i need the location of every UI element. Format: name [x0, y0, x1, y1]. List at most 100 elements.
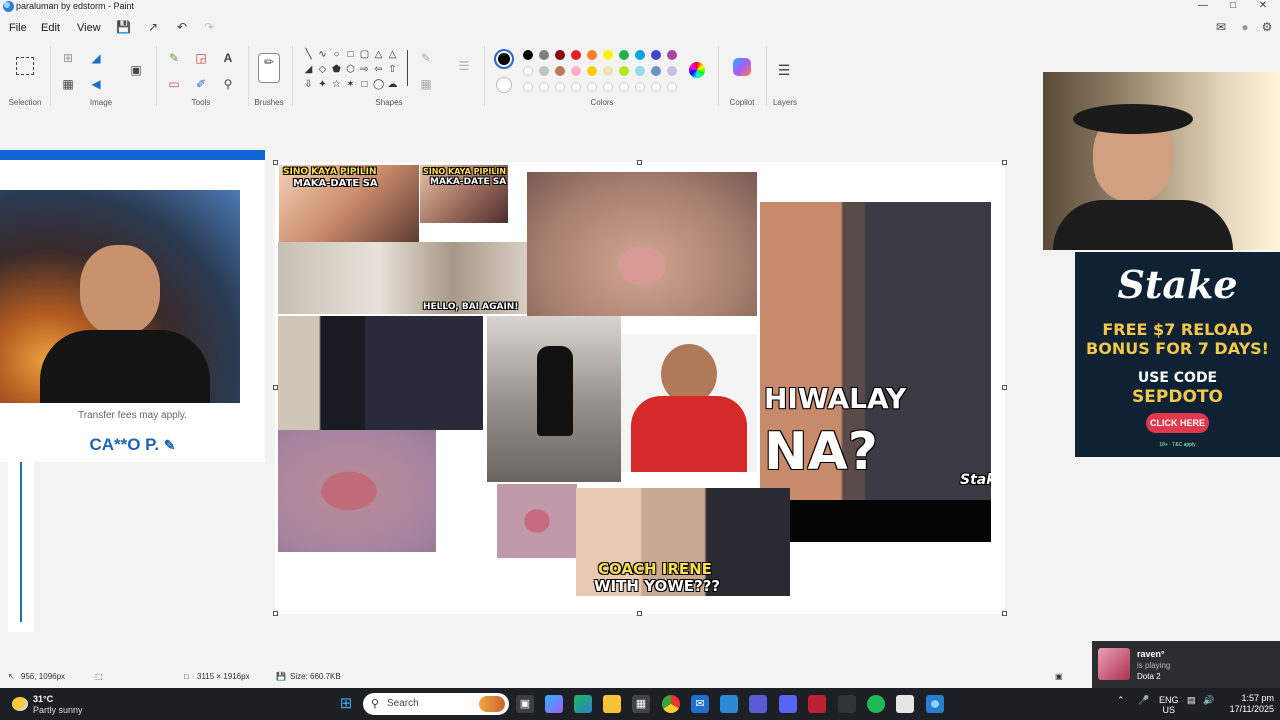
hexagon-shape-icon[interactable]: ⬡ — [345, 64, 356, 75]
color-swatch[interactable] — [539, 66, 549, 76]
chrome-icon[interactable] — [662, 695, 680, 713]
resize-handle-left[interactable] — [273, 385, 278, 390]
secondary-color-button[interactable] — [496, 77, 512, 93]
obs-icon[interactable] — [838, 695, 856, 713]
five-point-star-shape-icon[interactable]: ☆ — [331, 79, 342, 90]
color-swatch[interactable] — [635, 66, 645, 76]
four-point-star-shape-icon[interactable]: ✦ — [317, 79, 328, 90]
color-swatch[interactable] — [555, 50, 565, 60]
microphone-icon[interactable]: 🎤 — [1138, 695, 1149, 706]
color-swatch[interactable] — [667, 50, 677, 60]
menu-edit[interactable]: Edit — [41, 22, 60, 34]
color-swatch[interactable] — [555, 66, 565, 76]
redo-icon[interactable]: ↷ — [202, 20, 216, 34]
arrow-right-shape-icon[interactable]: ⇨ — [359, 64, 370, 75]
spotify-icon[interactable] — [867, 695, 885, 713]
edit-pencil-icon[interactable]: ✎ — [164, 437, 176, 453]
color-swatch[interactable] — [523, 50, 533, 60]
custom-color-slot[interactable] — [619, 82, 629, 92]
selection-rect-icon[interactable] — [16, 57, 34, 75]
color-swatch[interactable] — [523, 66, 533, 76]
feedback-icon[interactable]: ✉ — [1214, 20, 1228, 34]
custom-color-slot[interactable] — [667, 82, 677, 92]
callout-shape-icon[interactable]: □ — [359, 79, 370, 90]
app-red-icon[interactable] — [808, 695, 826, 713]
custom-color-slot[interactable] — [635, 82, 645, 92]
copilot-taskbar-icon[interactable] — [545, 695, 563, 713]
volume-icon[interactable]: 🔊 — [1203, 695, 1214, 706]
arrow-left-shape-icon[interactable]: ⇦ — [373, 64, 384, 75]
outline-icon[interactable]: ✎ — [418, 50, 434, 66]
color-swatch[interactable] — [651, 66, 661, 76]
close-button[interactable]: ✕ — [1248, 0, 1278, 14]
polygon-shape-icon[interactable]: △ — [373, 49, 384, 60]
fill-bucket-icon[interactable]: ◲ — [193, 50, 209, 66]
copilot-icon[interactable] — [733, 58, 751, 76]
primary-color-button[interactable] — [494, 49, 514, 69]
oval-callout-shape-icon[interactable]: ◯ — [373, 79, 384, 90]
paint-canvas[interactable]: SINO KAYA PIPILIN MAKA-DATE SA SINO KAYA… — [273, 160, 1007, 616]
select-image-icon[interactable]: ▦ — [60, 76, 76, 92]
start-windows-icon[interactable]: ⊞ — [337, 695, 355, 713]
color-swatch[interactable] — [667, 66, 677, 76]
maximize-button[interactable]: □ — [1218, 0, 1248, 14]
color-swatch[interactable] — [651, 50, 661, 60]
custom-color-slot[interactable] — [539, 82, 549, 92]
resize-handle-top-right[interactable] — [1002, 160, 1007, 165]
color-swatch[interactable] — [539, 50, 549, 60]
tray-overflow-icon[interactable]: ⌃ — [1117, 695, 1125, 706]
file-explorer-icon[interactable] — [603, 695, 621, 713]
six-point-star-shape-icon[interactable]: ✶ — [345, 79, 356, 90]
notepad-icon[interactable] — [896, 695, 914, 713]
pentagon-shape-icon[interactable]: ⬟ — [331, 64, 342, 75]
brushes-icon[interactable]: ✏ — [258, 53, 280, 83]
share-icon[interactable]: ↗ — [146, 20, 160, 34]
resize-handle-bottom-right[interactable] — [1002, 611, 1007, 616]
resize-handle-top[interactable] — [637, 160, 642, 165]
edit-colors-icon[interactable] — [689, 62, 705, 78]
color-swatch[interactable] — [603, 66, 613, 76]
resize-icon[interactable]: ◢ — [88, 50, 104, 66]
custom-color-slot[interactable] — [587, 82, 597, 92]
network-icon[interactable]: ▤ — [1187, 695, 1196, 706]
color-swatch[interactable] — [603, 50, 613, 60]
color-swatch[interactable] — [571, 50, 581, 60]
store-icon[interactable]: ▦ — [632, 695, 650, 713]
triangle-shape-icon[interactable]: △ — [387, 49, 398, 60]
language-indicator[interactable]: ENG US — [1159, 695, 1179, 715]
app-icon[interactable] — [720, 695, 738, 713]
color-swatch[interactable] — [587, 50, 597, 60]
edge-browser-icon[interactable] — [574, 695, 592, 713]
menu-file[interactable]: File — [9, 22, 27, 34]
taskbar-search[interactable]: ⚲ Search — [363, 693, 509, 715]
discord-activity-notification[interactable]: raven° is playing Dota 2 — [1092, 641, 1280, 688]
color-swatch[interactable] — [587, 66, 597, 76]
oval-shape-icon[interactable]: ○ — [331, 49, 342, 60]
arrow-down-shape-icon[interactable]: ⇩ — [303, 79, 314, 90]
line-shape-icon[interactable]: ╲ — [303, 49, 314, 60]
color-swatch[interactable] — [635, 50, 645, 60]
custom-color-slot[interactable] — [571, 82, 581, 92]
crop-icon[interactable]: ⊞ — [60, 50, 76, 66]
rectangle-shape-icon[interactable]: □ — [345, 49, 356, 60]
resize-handle-right[interactable] — [1002, 385, 1007, 390]
color-swatch[interactable] — [619, 50, 629, 60]
minimize-button[interactable]: — — [1188, 0, 1218, 14]
eraser-icon[interactable]: ▭ — [166, 76, 182, 92]
color-swatch[interactable] — [571, 66, 581, 76]
menu-view[interactable]: View — [77, 22, 101, 34]
fill-icon[interactable]: ▦ — [418, 76, 434, 92]
color-picker-icon[interactable]: ✐ — [193, 76, 209, 92]
settings-gear-icon[interactable]: ⚙ — [1260, 20, 1274, 34]
task-view-icon[interactable]: ▣ — [516, 695, 534, 713]
color-swatch[interactable] — [619, 66, 629, 76]
curve-shape-icon[interactable]: ∿ — [317, 49, 328, 60]
custom-color-slot[interactable] — [603, 82, 613, 92]
save-icon[interactable]: 💾 — [116, 20, 131, 34]
layers-icon[interactable]: ☰ — [776, 62, 792, 78]
discord-icon[interactable] — [779, 695, 797, 713]
rotate-icon[interactable]: ◀ — [88, 76, 104, 92]
weather-sun-icon[interactable] — [12, 697, 28, 711]
teams-icon[interactable] — [749, 695, 767, 713]
shapes-scrollbar[interactable] — [407, 50, 408, 86]
